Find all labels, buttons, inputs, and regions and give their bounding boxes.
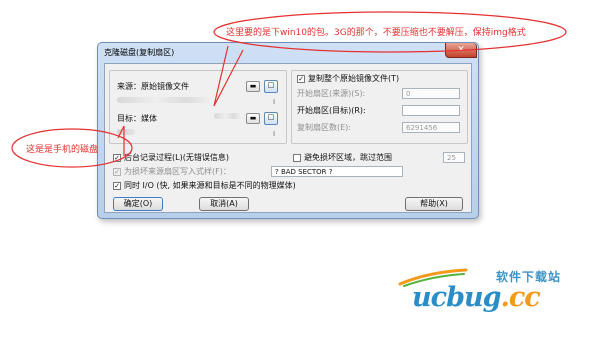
top-annotation-text: 这里要的是下win10的包。3G的那个，不要压缩也不要解压，保持img格式 <box>226 28 526 38</box>
left-note-pointer <box>117 125 125 156</box>
watermark-logo-suffix: .cc <box>500 282 540 313</box>
left-annotation-text: 这是是手机的磁盘 <box>26 145 99 155</box>
watermark-logo-prefix: ucbug <box>412 282 501 313</box>
watermark-logo: ucbug.cc <box>412 282 541 313</box>
top-note-pointer <box>213 45 244 107</box>
